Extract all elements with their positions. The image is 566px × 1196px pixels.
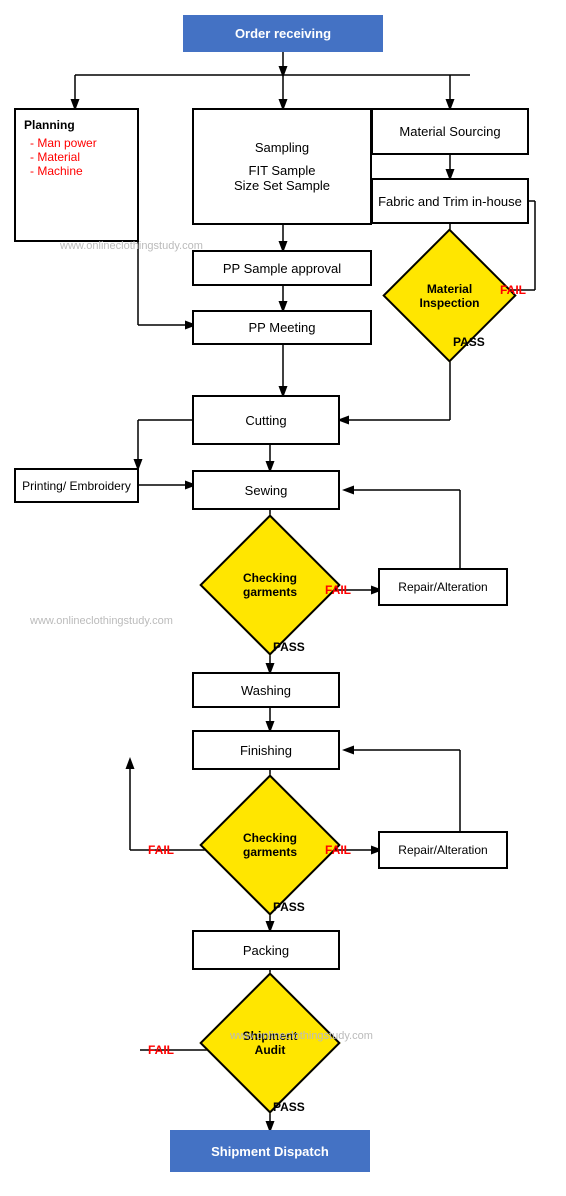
fabric-trim-label: Fabric and Trim in-house [378,194,522,209]
checking2-pass-label: PASS [273,900,305,914]
checking1-fail-label: FAIL [325,583,351,597]
pp-sample-label: PP Sample approval [223,261,341,276]
fabric-trim-box: Fabric and Trim in-house [371,178,529,224]
checking2-fail-left-label: FAIL [148,843,174,857]
repair1-label: Repair/Alteration [398,580,487,594]
cutting-label: Cutting [245,413,286,428]
printing-box: Printing/ Embroidery [14,468,139,503]
shipment-dispatch-box: Shipment Dispatch [170,1130,370,1172]
repair2-label: Repair/Alteration [398,843,487,857]
finishing-label: Finishing [240,743,292,758]
checking1-pass-label: PASS [273,640,305,654]
material-sourcing-box: Material Sourcing [371,108,529,155]
pp-sample-box: PP Sample approval [192,250,372,286]
material-inspection-fail-label: FAIL [500,283,526,297]
packing-box: Packing [192,930,340,970]
pp-meeting-label: PP Meeting [249,320,316,335]
shipment-audit-fail-label: FAIL [148,1043,174,1057]
repair1-box: Repair/Alteration [378,568,508,606]
shipment-dispatch-label: Shipment Dispatch [211,1144,329,1159]
shipment-audit-diamond: ShipmentAudit [199,972,340,1113]
material-inspection-pass-label: PASS [453,335,485,349]
order-receiving-box: Order receiving [183,15,383,52]
planning-box: Planning - Man power - Material - Machin… [14,108,139,242]
watermark-2: www.onlineclothingstudy.com [30,615,173,627]
material-inspection-label: MaterialInspection [405,282,495,310]
sewing-box: Sewing [192,470,340,510]
material-inspection-diamond: MaterialInspection [382,228,516,362]
checking1-diamond: Checkinggarments [199,514,340,655]
pp-meeting-box: PP Meeting [192,310,372,345]
finishing-box: Finishing [192,730,340,770]
sampling-label: Sampling FIT Sample Size Set Sample [234,140,330,193]
checking2-label: Checkinggarments [225,831,315,859]
planning-label: Planning - Man power - Material - Machin… [24,118,97,178]
flowchart: Order receiving Planning - Man power - M… [0,0,566,1196]
checking2-fail-label: FAIL [325,843,351,857]
packing-label: Packing [243,943,289,958]
shipment-audit-pass-label: PASS [273,1100,305,1114]
repair2-box: Repair/Alteration [378,831,508,869]
cutting-box: Cutting [192,395,340,445]
sewing-label: Sewing [245,483,288,498]
order-receiving-label: Order receiving [235,26,331,41]
washing-box: Washing [192,672,340,708]
checking1-label: Checkinggarments [225,571,315,599]
shipment-audit-label: ShipmentAudit [225,1029,315,1057]
sampling-box: Sampling FIT Sample Size Set Sample [192,108,372,225]
checking2-diamond: Checkinggarments [199,774,340,915]
material-sourcing-label: Material Sourcing [399,124,500,139]
washing-label: Washing [241,683,291,698]
printing-label: Printing/ Embroidery [22,479,131,493]
